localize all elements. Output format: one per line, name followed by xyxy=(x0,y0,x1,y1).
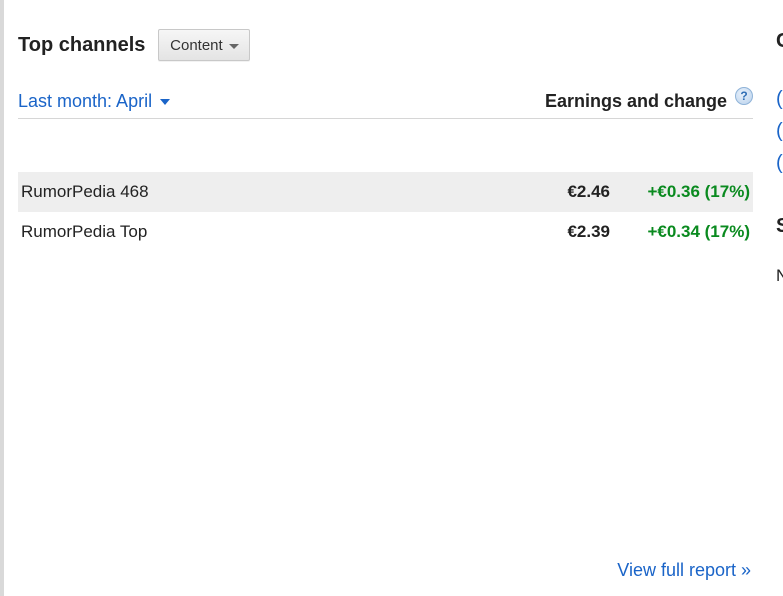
column-header-label: Earnings and change xyxy=(544,90,727,111)
column-header: Earnings and change ? xyxy=(544,87,753,112)
help-icon[interactable]: ? xyxy=(735,87,753,105)
chevron-down-icon xyxy=(228,43,239,49)
channel-change: +€0.34 (17%) xyxy=(647,222,750,241)
filter-row: Last month: April Earnings and change ? xyxy=(18,86,753,116)
content-button-label: Content xyxy=(170,36,223,54)
table-row[interactable]: RumorPedia Top €2.39 +€0.34 (17%) xyxy=(18,212,753,252)
content-dropdown-button[interactable]: Content xyxy=(158,29,251,61)
edge-glyph: N xyxy=(776,266,783,285)
channel-name: RumorPedia 468 xyxy=(21,182,149,201)
view-full-report-link[interactable]: View full report » xyxy=(617,560,751,581)
channel-change: +€0.36 (17%) xyxy=(647,182,750,201)
date-range-label: Last month: April xyxy=(18,90,153,111)
channel-earnings: €2.39 xyxy=(567,222,610,241)
adjacent-panel-edge: C ( ( ( S N xyxy=(775,0,783,596)
header-divider xyxy=(18,118,753,119)
widget-title: Top channels xyxy=(18,34,146,56)
channel-name: RumorPedia Top xyxy=(21,222,148,241)
edge-glyph: S xyxy=(776,215,783,237)
edge-glyph: ( xyxy=(776,120,783,142)
channel-earnings: €2.46 xyxy=(567,182,610,201)
date-range-dropdown[interactable]: Last month: April xyxy=(18,90,171,112)
channel-list: RumorPedia 468 €2.46 +€0.36 (17%) RumorP… xyxy=(18,172,753,252)
table-row[interactable]: RumorPedia 468 €2.46 +€0.36 (17%) xyxy=(18,172,753,212)
widget-header: Top channels Content xyxy=(18,29,251,61)
edge-glyph: C xyxy=(776,30,783,53)
edge-glyph: ( xyxy=(776,88,783,110)
top-channels-widget: Top channels Content Last month: April E… xyxy=(18,0,753,596)
edge-glyph: ( xyxy=(776,152,783,174)
chevron-down-icon xyxy=(160,99,171,105)
